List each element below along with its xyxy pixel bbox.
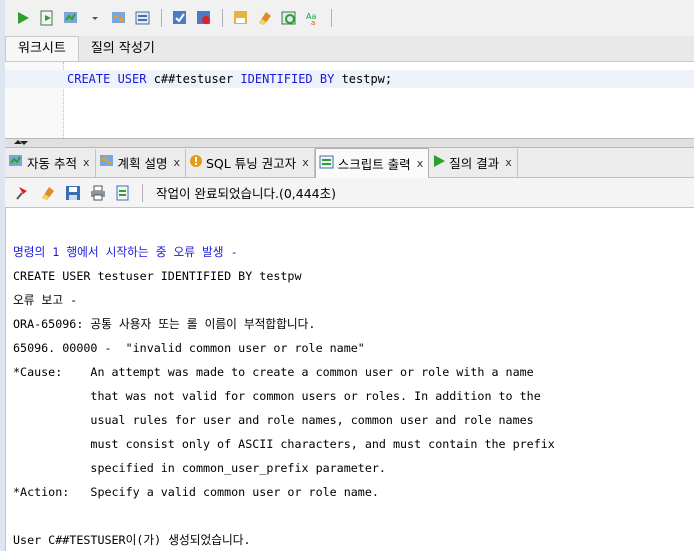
code-semicolon: ; [384, 72, 393, 86]
tab-script-output-label: 스크립트 출력 [337, 156, 411, 172]
sql-tuning-advisor-icon [189, 154, 203, 171]
output-tab-bar: 자동 추적 x 계획 설명 x SQL 튜닝 권고자 x 스크립트 출력 x 질… [5, 147, 694, 178]
sql-editor[interactable]: CREATE USER c##testuser IDENTIFIED BY te… [5, 62, 694, 138]
output-line: CREATE USER testuser IDENTIFIED BY testp… [13, 269, 302, 283]
tab-explain-plan[interactable]: 계획 설명 x [96, 148, 186, 177]
clear-eraser-icon[interactable] [38, 183, 58, 203]
dropdown-arrow-icon[interactable] [85, 8, 105, 28]
toolbar-separator [331, 9, 332, 27]
code-username: c##testuser [153, 72, 234, 86]
change-case-icon[interactable]: Aa a [303, 8, 323, 28]
tab-sql-tuning-advisor[interactable]: SQL 튜닝 권고자 x [186, 148, 315, 177]
run-statement-icon[interactable] [13, 8, 33, 28]
tab-explain-plan-label: 계획 설명 [117, 156, 168, 171]
tab-autotrace-close-icon[interactable]: x [83, 156, 90, 169]
output-line: usual rules for user and role names, com… [13, 413, 534, 427]
tab-query-result[interactable]: 질의 결과 x [429, 148, 518, 177]
tab-worksheet[interactable]: 워크시트 [5, 36, 79, 61]
main-toolbar: Aa a [5, 0, 694, 36]
sql-format-icon[interactable] [231, 8, 251, 28]
output-toolbar: 작업이 완료되었습니다.(0,444초) [5, 178, 694, 208]
tab-script-output-close-icon[interactable]: x [417, 157, 424, 170]
output-line: User C##TESTUSER이(가) 생성되었습니다. [13, 533, 251, 547]
query-result-icon [432, 154, 446, 171]
tab-sql-tuning-advisor-close-icon[interactable]: x [302, 156, 309, 169]
history-icon[interactable] [279, 8, 299, 28]
toolbar-separator [222, 9, 223, 27]
output-line: that was not valid for common users or r… [13, 389, 541, 403]
run-script-icon[interactable] [37, 8, 57, 28]
explain-plan-icon[interactable] [109, 8, 129, 28]
tab-explain-plan-close-icon[interactable]: x [173, 156, 180, 169]
tab-query-builder[interactable]: 질의 작성기 [79, 37, 167, 61]
rollback-icon[interactable] [194, 8, 214, 28]
toolbar-separator [161, 9, 162, 27]
code-line[interactable]: CREATE USER c##testuser IDENTIFIED BY te… [67, 70, 392, 88]
output-line: 오류 보고 - [13, 293, 78, 307]
print-icon[interactable] [88, 183, 108, 203]
output-line: specified in common_user_prefix paramete… [13, 461, 386, 475]
save-icon[interactable] [63, 183, 83, 203]
output-line: ORA-65096: 공통 사용자 또는 롤 이름이 부적합합니다. [13, 317, 316, 331]
svg-text:a: a [311, 19, 315, 26]
keyword-create-user: CREATE USER [67, 72, 154, 86]
pin-icon[interactable] [13, 183, 33, 203]
script-output-panel: 명령의 1 행에서 시작하는 중 오류 발생 - CREATE USER tes… [13, 240, 691, 552]
execution-status-text: 작업이 완료되었습니다.(0,444초) [156, 186, 336, 201]
code-password: testpw [341, 72, 385, 86]
tab-autotrace[interactable]: 자동 추적 x [5, 148, 96, 177]
tab-query-result-close-icon[interactable]: x [505, 156, 512, 169]
toolbar-separator [142, 183, 143, 202]
output-line: 명령의 1 행에서 시작하는 중 오류 발생 - [13, 245, 238, 259]
commit-icon[interactable] [170, 8, 190, 28]
script-output-icon [319, 155, 335, 172]
tab-query-result-label: 질의 결과 [449, 156, 500, 171]
output-line: must consist only of ASCII characters, a… [13, 437, 555, 451]
output-line: *Action: Specify a valid common user or … [13, 485, 379, 499]
export-icon[interactable] [113, 183, 133, 203]
tab-sql-tuning-advisor-label: SQL 튜닝 권고자 [206, 156, 297, 171]
tab-script-output[interactable]: 스크립트 출력 x [314, 147, 430, 178]
eraser-icon[interactable] [255, 8, 275, 28]
sql-tuning-icon[interactable] [133, 8, 153, 28]
autotrace-icon [8, 154, 24, 171]
explain-plan-icon [99, 154, 115, 171]
keyword-identified-by: IDENTIFIED BY [233, 72, 342, 86]
output-line: 65096. 00000 - "invalid common user or r… [13, 341, 365, 355]
pane-splitter[interactable] [5, 138, 694, 148]
output-line: *Cause: An attempt was made to create a … [13, 365, 534, 379]
tab-autotrace-label: 자동 추적 [27, 156, 77, 171]
editor-tab-bar: 워크시트 질의 작성기 [5, 36, 694, 62]
autotrace-icon[interactable] [61, 8, 81, 28]
